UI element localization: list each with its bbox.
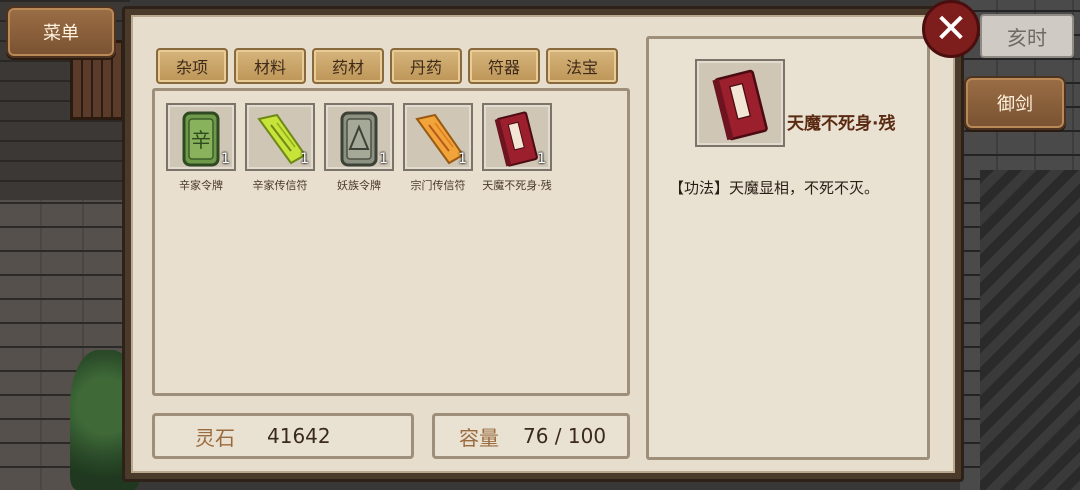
detail-item-name: 天魔不死身·残 <box>787 114 896 134</box>
item-slot[interactable]: 1 <box>403 103 473 171</box>
item-name: 天魔不死身·残 <box>482 179 552 192</box>
close-button[interactable]: ✕ <box>922 0 980 58</box>
item-count: 1 <box>537 151 546 167</box>
stone-token-icon <box>340 111 378 167</box>
tab-pills[interactable]: 丹药 <box>390 48 462 84</box>
time-indicator: 亥时 <box>980 14 1074 58</box>
category-tabs: 杂项 材料 药材 丹药 符器 法宝 <box>156 48 618 84</box>
capacity-label: 容量 <box>459 425 499 450</box>
item-slot[interactable]: 1 <box>324 103 394 171</box>
svg-text:辛: 辛 <box>191 128 211 152</box>
capacity-value: 76 / 100 <box>523 424 607 448</box>
item-count: 1 <box>458 151 467 167</box>
tab-talismans[interactable]: 符器 <box>468 48 540 84</box>
detail-item-description: 【功法】天魔显相，不死不灭。 <box>669 179 880 197</box>
inventory-item[interactable]: 1 天魔不死身·残 <box>481 103 553 193</box>
item-name: 妖族令牌 <box>337 179 381 192</box>
spirit-stone-box: 灵石 41642 <box>152 413 414 459</box>
stone-stairs <box>980 170 1080 490</box>
inventory-item[interactable]: 1 妖族令牌 <box>323 103 395 193</box>
tab-herbs[interactable]: 药材 <box>312 48 384 84</box>
sword-flight-button[interactable]: 御剑 <box>964 76 1066 130</box>
item-slot[interactable]: 1 <box>245 103 315 171</box>
item-detail-panel: 天魔不死身·残 【功法】天魔显相，不死不灭。 <box>646 36 930 460</box>
item-grid: 辛 1 辛家令牌 1 辛家传信符 1 妖族令牌 1 宗门传信符 1 天魔不死身·… <box>152 88 630 396</box>
item-name: 辛家令牌 <box>179 179 223 192</box>
capacity-box: 容量 76 / 100 <box>432 413 630 459</box>
item-count: 1 <box>221 151 230 167</box>
spirit-stone-value: 41642 <box>267 424 331 448</box>
menu-button[interactable]: 菜单 <box>6 6 116 58</box>
item-name: 宗门传信符 <box>410 179 466 192</box>
red-book-icon <box>712 69 768 141</box>
item-slot[interactable]: 辛 1 <box>166 103 236 171</box>
item-name: 辛家传信符 <box>252 179 308 192</box>
spirit-stone-label: 灵石 <box>195 425 235 450</box>
item-count: 1 <box>379 151 388 167</box>
item-slot[interactable]: 1 <box>482 103 552 171</box>
detail-item-slot <box>695 59 785 147</box>
inventory-item[interactable]: 辛 1 辛家令牌 <box>165 103 237 193</box>
inventory-item[interactable]: 1 宗门传信符 <box>402 103 474 193</box>
close-icon: ✕ <box>934 6 968 52</box>
tab-materials[interactable]: 材料 <box>234 48 306 84</box>
item-count: 1 <box>300 151 309 167</box>
jade-token-icon: 辛 <box>182 111 220 167</box>
tab-misc[interactable]: 杂项 <box>156 48 228 84</box>
red-book-icon <box>494 111 538 167</box>
tab-treasures[interactable]: 法宝 <box>546 48 618 84</box>
inventory-item[interactable]: 1 辛家传信符 <box>244 103 316 193</box>
